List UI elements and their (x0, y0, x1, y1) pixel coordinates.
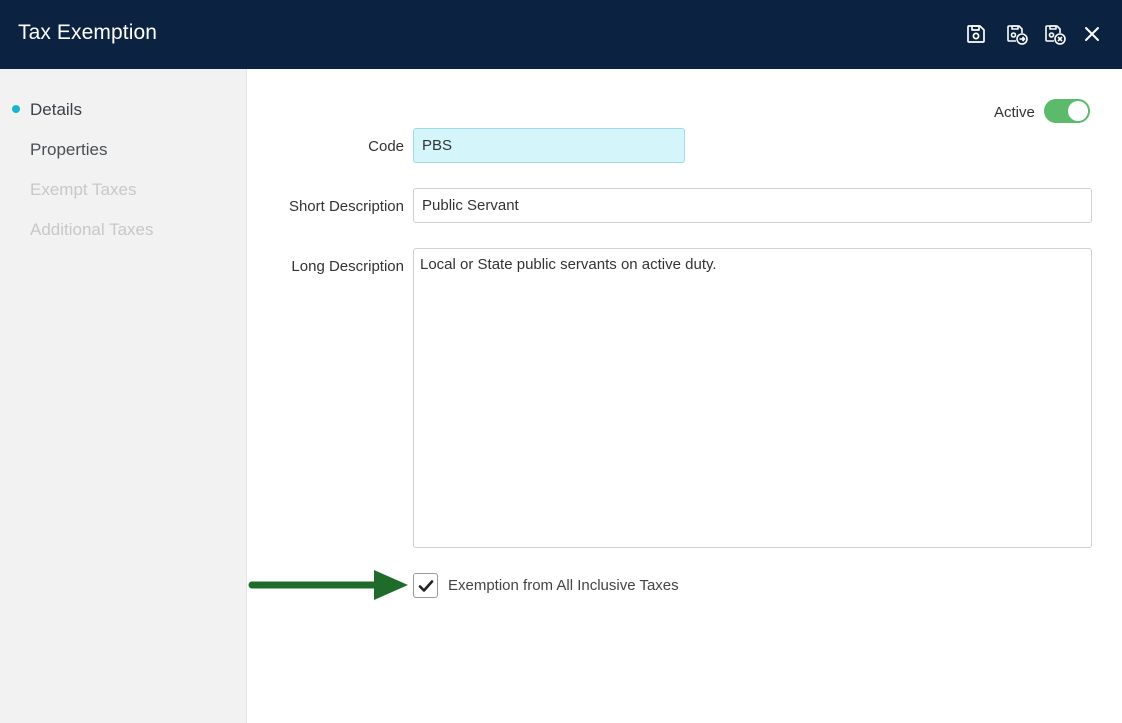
window-title: Tax Exemption (18, 21, 158, 44)
short-description-label: Short Description (288, 198, 404, 215)
save-and-new-icon[interactable] (1005, 22, 1029, 46)
long-description-field[interactable]: Local or State public servants on active… (413, 248, 1092, 548)
code-label: Code (368, 138, 404, 155)
active-label: Active (994, 104, 1035, 121)
details-panel: Active Code PBS Short Description Public… (248, 69, 1122, 723)
title-bar: Tax Exemption (0, 0, 1122, 69)
short-description-field[interactable]: Public Servant (413, 188, 1092, 223)
checkmark-icon (418, 579, 433, 592)
active-toggle[interactable] (1044, 99, 1090, 123)
save-and-close-icon[interactable] (1043, 22, 1067, 46)
exemption-checkbox-label[interactable]: Exemption from All Inclusive Taxes (448, 577, 679, 594)
sidebar-item-properties[interactable]: Properties (30, 140, 107, 160)
selected-indicator-dot (12, 105, 20, 113)
annotation-arrow (248, 567, 413, 603)
long-description-label: Long Description (291, 258, 404, 275)
sidebar-item-additional-taxes: Additional Taxes (30, 220, 154, 239)
sidebar-item-exempt-taxes: Exempt Taxes (30, 180, 137, 199)
sidebar-item-details[interactable]: Details (30, 100, 82, 120)
toggle-knob (1068, 101, 1088, 121)
exemption-checkbox[interactable] (413, 573, 438, 598)
save-icon[interactable] (964, 22, 988, 46)
sidebar: Details Properties Exempt Taxes Addition… (0, 69, 247, 723)
close-icon[interactable] (1080, 22, 1104, 46)
code-field[interactable]: PBS (413, 128, 685, 163)
